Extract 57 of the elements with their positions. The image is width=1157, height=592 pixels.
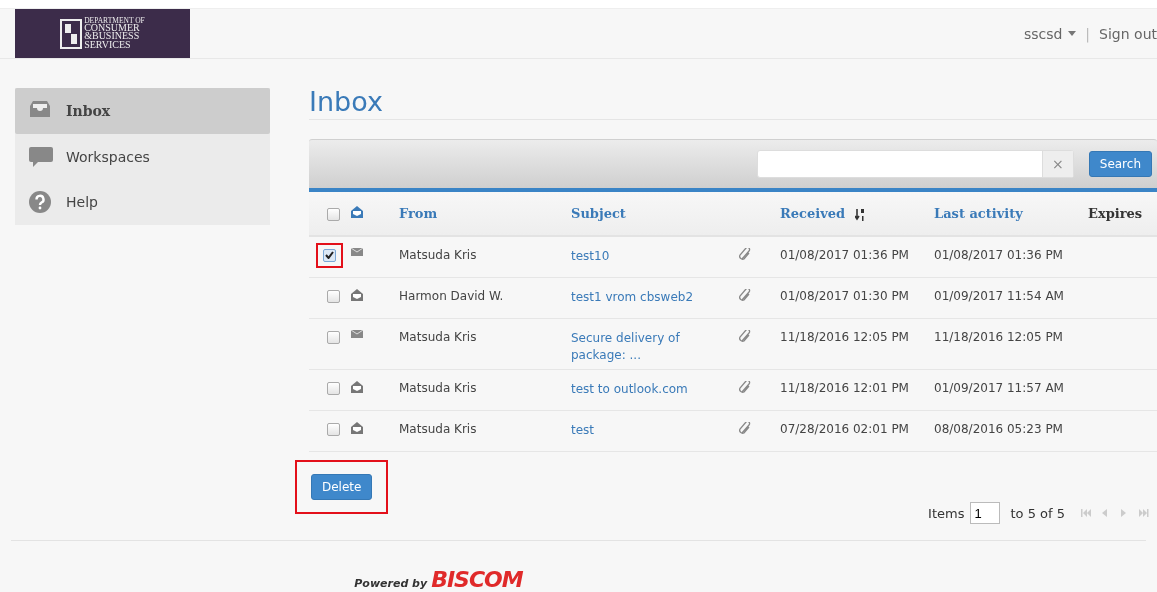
sidebar-item[interactable]: Inbox (15, 88, 270, 134)
user-menu[interactable]: sscsd (1023, 25, 1077, 42)
delete-button[interactable]: Delete (311, 474, 373, 500)
powered-by-text: Powered by (354, 577, 428, 590)
last-activity-date: 01/09/2017 11:54 AM (934, 289, 1064, 303)
sidebar-item[interactable]: Workspaces (15, 134, 270, 179)
received-date: 11/18/2016 12:05 PM (780, 330, 909, 344)
speech-bubble-icon (29, 145, 53, 168)
last-activity-date: 01/09/2017 11:57 AM (934, 381, 1064, 395)
sender-name: Matsuda Kris (399, 248, 477, 262)
sender-name: Matsuda Kris (399, 422, 477, 436)
monogram-icon (60, 18, 83, 49)
subject-link[interactable]: test to outlook.com (571, 381, 711, 398)
logo-text: SERVICES (84, 40, 131, 50)
separator-text: | (1085, 25, 1091, 42)
sender-name: Matsuda Kris (399, 330, 477, 344)
search-button[interactable]: Search (1088, 151, 1152, 177)
last-activity-date: 01/08/2017 01:36 PM (934, 248, 1063, 262)
received-date: 01/08/2017 01:36 PM (780, 248, 909, 262)
sender-name: Matsuda Kris (399, 381, 477, 395)
checkbox[interactable] (326, 382, 340, 395)
search-field[interactable]: × (756, 150, 1074, 178)
subject-link[interactable]: Secure delivery of package: ... (571, 330, 711, 364)
column-header[interactable]: Received (780, 206, 846, 221)
page-title: Inbox (309, 88, 1157, 120)
last-activity-date: 08/08/2016 05:23 PM (934, 422, 1063, 436)
logo-text: &BUSINESS (84, 32, 141, 41)
column-header[interactable]: Subject (571, 206, 626, 221)
sidebar-item[interactable]: Help (15, 179, 270, 224)
column-header: Expires (1088, 206, 1143, 221)
brand-logo: BISCOM (431, 571, 523, 589)
page-range: to 5 of 5 (1010, 505, 1065, 521)
envelope-icon (351, 206, 363, 218)
column-header[interactable]: From (399, 206, 438, 221)
check-icon (324, 251, 334, 259)
received-date: 11/18/2016 12:01 PM (780, 381, 909, 395)
page-field[interactable]: 1 (970, 502, 1001, 524)
subject-link[interactable]: test1 vrom cbsweb2 (571, 289, 711, 306)
subject-link[interactable]: test (571, 422, 711, 439)
logo-text: CONSUMER (84, 23, 140, 33)
caret-icon (1068, 31, 1077, 36)
items-label: Items (928, 505, 965, 521)
received-date: 01/08/2017 01:30 PM (780, 289, 909, 303)
help-icon (29, 190, 53, 213)
checkbox[interactable] (326, 208, 340, 221)
sender-name: Harmon David W. (399, 289, 504, 303)
sign-out-link[interactable]: Sign out (1099, 25, 1157, 42)
received-date: 07/28/2016 02:01 PM (780, 422, 909, 436)
last-activity-date: 11/18/2016 12:05 PM (934, 330, 1063, 344)
checkbox[interactable] (326, 331, 340, 344)
subject-link[interactable]: test10 (571, 248, 711, 265)
checkbox[interactable] (322, 248, 336, 262)
column-header[interactable]: Last activity (934, 206, 1023, 221)
checkbox[interactable] (326, 423, 340, 436)
checkbox[interactable] (326, 290, 340, 303)
sort-icon (855, 208, 866, 221)
clear-button[interactable]: × (1041, 151, 1073, 177)
